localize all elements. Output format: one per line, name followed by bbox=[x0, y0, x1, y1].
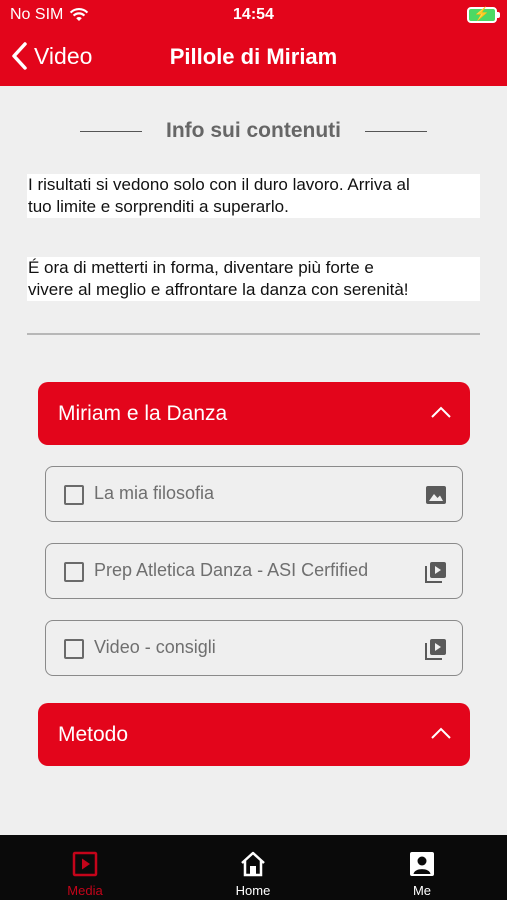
list-item[interactable]: Video - consigli bbox=[45, 620, 463, 676]
status-bar: No SIM 14:54 ⚡ bbox=[0, 5, 507, 27]
divider bbox=[27, 333, 480, 335]
tab-me[interactable]: Me bbox=[372, 835, 472, 900]
profile-icon bbox=[410, 852, 434, 876]
checkbox[interactable] bbox=[64, 639, 84, 659]
charging-battery-icon: ⚡ bbox=[467, 6, 500, 23]
list-item[interactable]: La mia filosofia bbox=[45, 466, 463, 522]
section-header-miriam-e-la-danza[interactable]: Miriam e la Danza bbox=[38, 382, 470, 445]
list-item[interactable]: Prep Atletica Danza - ASI Cerfified bbox=[45, 543, 463, 599]
tab-bar: Media Home Me bbox=[0, 835, 507, 900]
tab-label: Home bbox=[235, 883, 271, 898]
paragraph-line: É ora di metterti in forma, diventare pi… bbox=[28, 258, 374, 277]
section-header-metodo[interactable]: Metodo bbox=[38, 703, 470, 766]
page-title: Pillole di Miriam bbox=[169, 44, 338, 69]
checkbox[interactable] bbox=[64, 562, 84, 582]
section-title: Miriam e la Danza bbox=[58, 401, 228, 425]
tab-label: Media bbox=[67, 883, 103, 898]
chevron-up-icon bbox=[431, 406, 451, 418]
info-heading: Info sui contenuti bbox=[166, 119, 341, 142]
section-title: Metodo bbox=[58, 722, 129, 746]
video-library-icon bbox=[425, 639, 446, 660]
info-paragraph-2: É ora di metterti in forma, diventare pi… bbox=[27, 257, 480, 301]
chevron-up-icon bbox=[431, 727, 451, 739]
paragraph-line: vivere al meglio e affrontare la danza c… bbox=[28, 280, 409, 299]
heading-line-right bbox=[364, 130, 427, 132]
home-icon bbox=[241, 851, 265, 877]
video-library-icon bbox=[425, 562, 446, 583]
play-square-icon bbox=[72, 851, 98, 877]
tab-media[interactable]: Media bbox=[35, 835, 135, 900]
paragraph-line: I risultati si vedono solo con il duro l… bbox=[28, 175, 410, 194]
tab-home[interactable]: Home bbox=[203, 835, 303, 900]
heading-line-left bbox=[80, 130, 142, 132]
info-paragraph-1: I risultati si vedono solo con il duro l… bbox=[27, 174, 480, 218]
tab-label: Me bbox=[412, 883, 432, 898]
paragraph-line: tuo limite e sorprenditi a superarlo. bbox=[28, 197, 289, 216]
item-label: La mia filosofia bbox=[94, 483, 215, 503]
checkbox[interactable] bbox=[64, 485, 84, 505]
item-label: Video - consigli bbox=[94, 637, 216, 657]
info-heading-row: Info sui contenuti bbox=[0, 116, 507, 146]
navigation-bar: Video Pillole di Miriam bbox=[0, 40, 507, 74]
header: No SIM 14:54 ⚡ Video Pillole di Miriam bbox=[0, 0, 507, 86]
image-icon bbox=[426, 486, 446, 504]
status-time: 14:54 bbox=[233, 6, 274, 23]
item-label: Prep Atletica Danza - ASI Cerfified bbox=[94, 560, 369, 580]
